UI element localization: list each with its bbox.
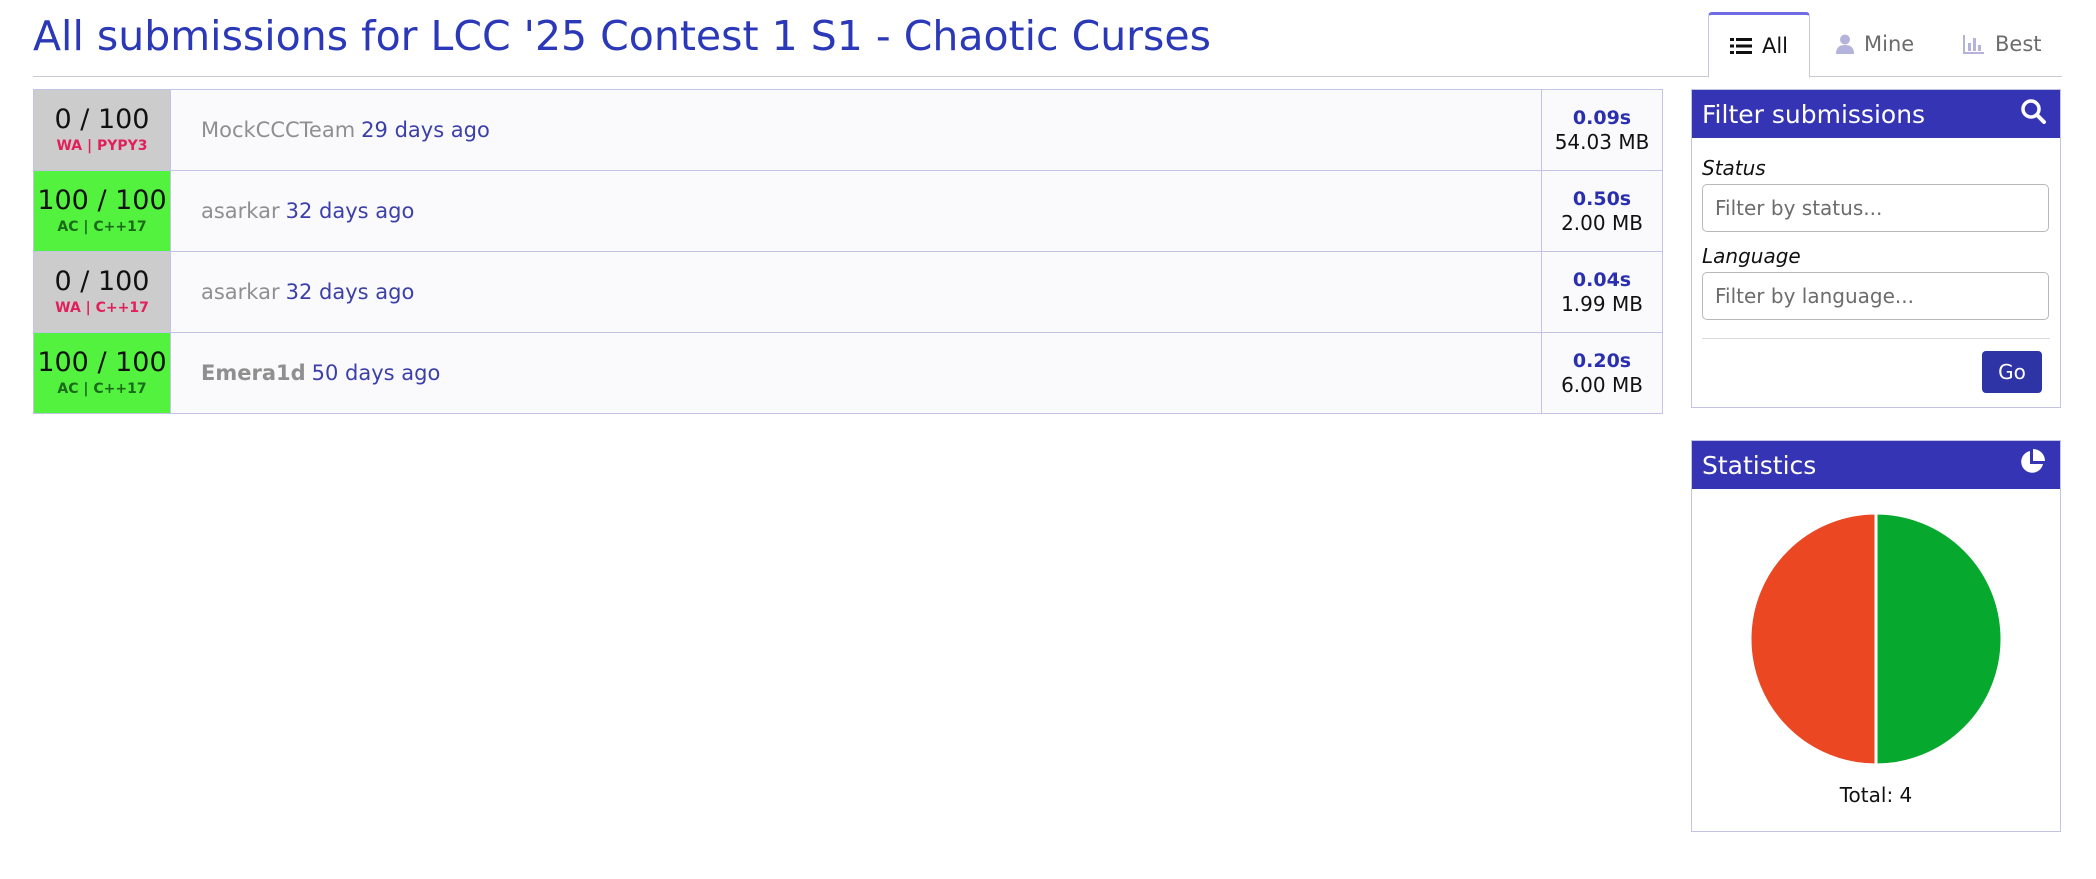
user-link[interactable]: Emera1d: [201, 361, 306, 385]
status-language: WA | C++17: [55, 300, 149, 316]
pie-slice-wa: [1748, 511, 1878, 767]
submission-info: MockCCCTeam 29 days ago: [171, 90, 1542, 170]
memory-usage: 6.00 MB: [1561, 373, 1643, 397]
user-icon: [1836, 34, 1854, 54]
submission-time-link[interactable]: 32 days ago: [286, 280, 415, 304]
exec-time: 0.50s: [1572, 188, 1632, 210]
submission-list: 0 / 100 WA | PYPY3 MockCCCTeam 29 days a…: [33, 89, 1663, 414]
submission-info: Emera1d 50 days ago: [171, 333, 1542, 413]
score-cell[interactable]: 0 / 100 WA | C++17: [34, 252, 171, 332]
submission-info: asarkar 32 days ago: [171, 171, 1542, 251]
score-value: 100 / 100: [37, 347, 167, 378]
status-language: AC | C++17: [57, 381, 147, 397]
score-cell[interactable]: 0 / 100 WA | PYPY3: [34, 90, 171, 170]
submission-row: 0 / 100 WA | PYPY3 MockCCCTeam 29 days a…: [34, 90, 1662, 171]
submission-row: 0 / 100 WA | C++17 asarkar 32 days ago 0…: [34, 252, 1662, 333]
status-label: Status: [1702, 156, 1766, 180]
exec-time: 0.20s: [1572, 350, 1632, 372]
list-icon: [1729, 37, 1752, 55]
score-cell[interactable]: 100 / 100 AC | C++17: [34, 333, 171, 413]
user-link[interactable]: MockCCCTeam: [201, 118, 355, 142]
tab-best[interactable]: Best: [1963, 12, 2042, 76]
submission-row: 100 / 100 AC | C++17 asarkar 32 days ago…: [34, 171, 1662, 252]
memory-usage: 54.03 MB: [1554, 130, 1650, 154]
search-icon: [2020, 98, 2046, 130]
resource-usage: 0.09s 54.03 MB: [1542, 90, 1662, 170]
page-title: All submissions for LCC '25 Contest 1 S1…: [33, 12, 1211, 60]
go-button[interactable]: Go: [1982, 351, 2042, 393]
status-language: WA | PYPY3: [56, 138, 148, 154]
submission-time-link[interactable]: 50 days ago: [312, 361, 441, 385]
user-link[interactable]: asarkar: [201, 199, 280, 223]
status-filter-input[interactable]: [1702, 184, 2049, 232]
tab-mine-label: Mine: [1864, 32, 1915, 56]
score-value: 0 / 100: [54, 104, 150, 135]
total-count: Total: 4: [1839, 783, 1913, 807]
language-label: Language: [1702, 244, 1801, 268]
score-cell[interactable]: 100 / 100 AC | C++17: [34, 171, 171, 251]
tab-all[interactable]: All: [1708, 12, 1810, 78]
filter-panel: Filter submissions Status Language Go: [1691, 89, 2061, 408]
tab-all-label: All: [1761, 34, 1789, 58]
filter-panel-header: Filter submissions: [1692, 90, 2060, 138]
language-filter-input[interactable]: [1702, 272, 2049, 320]
statistics-panel-title: Statistics: [1702, 450, 1817, 480]
exec-time: 0.04s: [1572, 269, 1632, 291]
tab-best-label: Best: [1995, 32, 2042, 56]
statistics-panel: Statistics Total: 4: [1691, 440, 2061, 832]
submission-info: asarkar 32 days ago: [171, 252, 1542, 332]
submission-row: 100 / 100 AC | C++17 Emera1d 50 days ago…: [34, 333, 1662, 413]
user-link[interactable]: asarkar: [201, 280, 280, 304]
memory-usage: 1.99 MB: [1561, 292, 1643, 316]
memory-usage: 2.00 MB: [1561, 211, 1643, 235]
resource-usage: 0.20s 6.00 MB: [1542, 333, 1662, 413]
submission-time-link[interactable]: 32 days ago: [286, 199, 415, 223]
status-language: AC | C++17: [57, 219, 147, 235]
filter-divider: [1702, 338, 2050, 339]
tab-mine[interactable]: Mine: [1836, 12, 1914, 76]
status-pie-chart: [1692, 489, 2060, 769]
score-value: 0 / 100: [54, 266, 150, 297]
resource-usage: 0.04s 1.99 MB: [1542, 252, 1662, 332]
resource-usage: 0.50s 2.00 MB: [1542, 171, 1662, 251]
filter-panel-title: Filter submissions: [1702, 99, 1926, 129]
bar-chart-icon: [1963, 34, 1985, 54]
exec-time: 0.09s: [1572, 107, 1632, 129]
statistics-panel-header: Statistics: [1692, 441, 2060, 489]
score-value: 100 / 100: [37, 185, 167, 216]
pie-chart-icon: [2018, 448, 2046, 482]
pie-slice-ac: [1874, 511, 2004, 767]
submission-time-link[interactable]: 29 days ago: [361, 118, 490, 142]
